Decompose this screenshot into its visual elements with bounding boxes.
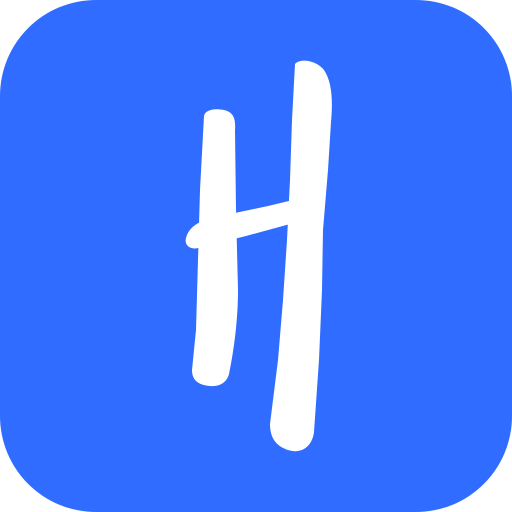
- brush-h-glyph: [185, 60, 332, 452]
- h-right-stroke: [270, 60, 332, 452]
- app-icon[interactable]: [0, 0, 512, 512]
- brush-letter-h-icon: [185, 60, 332, 452]
